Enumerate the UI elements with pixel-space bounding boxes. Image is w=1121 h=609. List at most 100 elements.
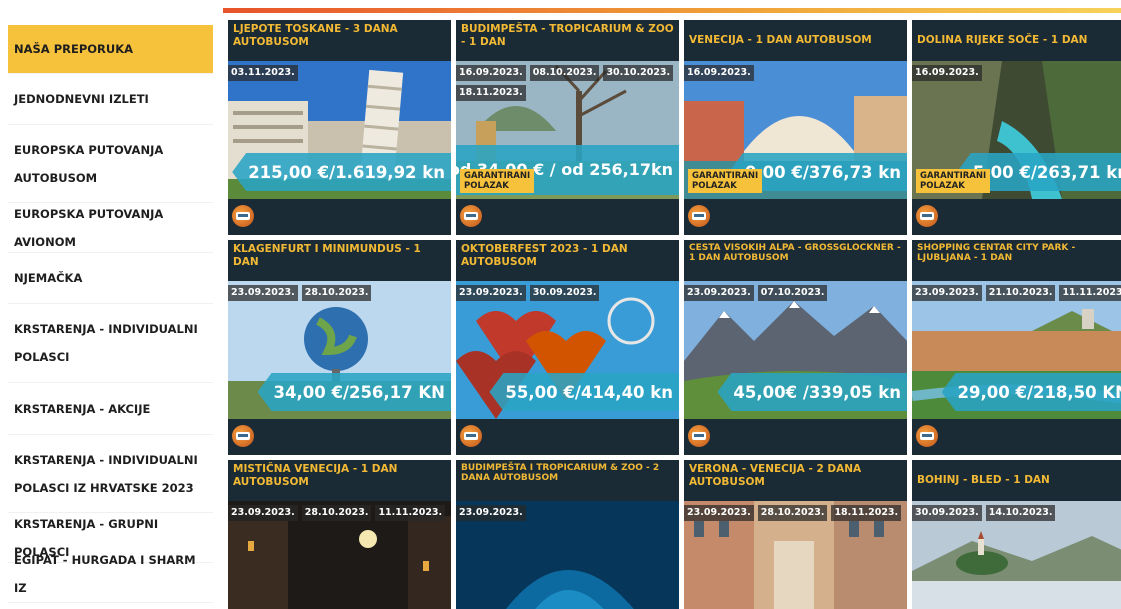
offer-image: 03.11.2023. 215,00 €/1.619,92 kn bbox=[228, 61, 451, 199]
price-tag: 45,00€ /339,05 kn bbox=[717, 373, 907, 411]
offer-card[interactable]: OKTOBERFEST 2023 - 1 DAN AUTOBUSOM 23.09… bbox=[456, 240, 679, 455]
sidebar-item-krstarenja-hrvatska[interactable]: KRSTARENJA - INDIVIDUALNI POLASCI IZ HRVA… bbox=[8, 435, 213, 513]
offer-title: KLAGENFURT I MINIMUNDUS - 1 DAN bbox=[233, 243, 421, 269]
date-tag: 23.09.2023. bbox=[456, 285, 526, 301]
offer-title: VERONA - VENECIJA - 2 DANA AUTOBUSOM bbox=[689, 463, 862, 489]
offer-card[interactable]: BUDIMPEŠTA - TROPICARIUM & ZOO - 1 DAN 1… bbox=[456, 20, 679, 235]
bus-icon bbox=[232, 205, 254, 227]
bus-icon bbox=[232, 425, 254, 447]
bus-icon bbox=[688, 425, 710, 447]
offer-image: 23.09.2023. 28.10.2023. 18.11.2023. bbox=[684, 501, 907, 609]
date-tag: 18.11.2023. bbox=[831, 505, 902, 521]
top-accent-bar bbox=[223, 8, 1121, 13]
date-list: 23.09.2023. 28.10.2023. 18.11.2023. bbox=[684, 505, 905, 521]
card-footer bbox=[684, 419, 907, 455]
price-tag: 29,00 €/218,50 KN bbox=[941, 373, 1121, 411]
offer-image: 23.09.2023. 28.10.2023. 11.11.2023. bbox=[228, 501, 451, 609]
sidebar-item-label: EUROPSKA PUTOVANJA AUTOBUSOM bbox=[14, 142, 164, 185]
date-list: 03.11.2023. bbox=[228, 65, 302, 81]
card-footer bbox=[684, 199, 907, 235]
date-list: 23.09.2023. 30.09.2023. bbox=[456, 285, 603, 301]
date-list: 23.09.2023. bbox=[456, 505, 530, 521]
price-tag: 215,00 €/1.619,92 kn bbox=[232, 153, 451, 191]
offer-card[interactable]: VENECIJA - 1 DAN AUTOBUSOM 16.09.2023. 0… bbox=[684, 20, 907, 235]
sidebar-item-label: KRSTARENJA - AKCIJE bbox=[14, 401, 151, 416]
bus-icon bbox=[688, 205, 710, 227]
sidebar-item-label: EUROPSKA PUTOVANJA AVIONOM bbox=[14, 206, 164, 249]
bus-icon bbox=[460, 425, 482, 447]
sidebar-item-label: KRSTARENJA - INDIVIDUALNI POLASCI bbox=[14, 322, 198, 364]
sidebar-item-jednodnevni-izleti[interactable]: JEDNODNEVNI IZLETI bbox=[8, 74, 213, 125]
sidebar-item-njemacka[interactable]: NJEMAČKA bbox=[8, 253, 213, 304]
sidebar-item-label: EGIPAT - HURGADA I SHARM IZ bbox=[14, 553, 196, 595]
offer-title: OKTOBERFEST 2023 - 1 DAN AUTOBUSOM bbox=[461, 243, 628, 269]
date-tag: 18.11.2023. bbox=[456, 85, 526, 101]
card-footer bbox=[228, 199, 451, 235]
date-tag: 11.11.2023. bbox=[375, 505, 446, 521]
bus-icon bbox=[460, 205, 482, 227]
offer-card[interactable]: CESTA VISOKIH ALPA - GROSSGLOCKNER - 1 D… bbox=[684, 240, 907, 455]
bus-icon bbox=[916, 205, 938, 227]
date-tag: 14.10.2023. bbox=[985, 505, 1056, 521]
offer-card[interactable]: KLAGENFURT I MINIMUNDUS - 1 DAN 23.09.20… bbox=[228, 240, 451, 455]
date-list: 23.09.2023. 21.10.2023. 11.11.2023. bbox=[912, 285, 1121, 301]
date-tag: 30.09.2023. bbox=[912, 505, 982, 521]
date-tag: 23.09.2023. bbox=[684, 285, 754, 301]
offer-card[interactable]: SHOPPING CENTAR CITY PARK - LJUBLJANA - … bbox=[912, 240, 1121, 455]
card-footer bbox=[228, 419, 451, 455]
category-sidebar: NAŠA PREPORUKA JEDNODNEVNI IZLETI EUROPS… bbox=[8, 25, 213, 603]
offer-title: CESTA VISOKIH ALPA - GROSSGLOCKNER - 1 D… bbox=[689, 243, 901, 264]
sidebar-item-label: NAŠA PREPORUKA bbox=[14, 42, 134, 56]
date-list: 16.09.2023. 08.10.2023. 30.10.2023. 18.1… bbox=[456, 65, 679, 101]
price-tag: 34,00 €/256,17 KN bbox=[257, 373, 451, 411]
offer-card[interactable]: DOLINA RIJEKE SOČE - 1 DAN 16.09.2023. 5… bbox=[912, 20, 1121, 235]
card-footer bbox=[912, 199, 1121, 235]
offer-image: 30.09.2023. 14.10.2023. bbox=[912, 501, 1121, 609]
offer-image: 16.09.2023. 08.10.2023. 30.10.2023. 18.1… bbox=[456, 61, 679, 199]
date-tag: 08.10.2023. bbox=[529, 65, 600, 81]
offer-image: 23.09.2023. 30.09.2023. 55,00 €/414,40 k… bbox=[456, 281, 679, 419]
offer-title: BUDIMPEŠTA I TROPICARIUM & ZOO - 2 DANA … bbox=[461, 463, 660, 484]
offer-card[interactable]: MISTIČNA VENECIJA - 1 DAN AUTOBUSOM 23.0… bbox=[228, 460, 451, 609]
sidebar-item-europska-putovanja-avionom[interactable]: EUROPSKA PUTOVANJA AVIONOM bbox=[8, 203, 213, 253]
offer-title: LJEPOTE TOSKANE - 3 DANA AUTOBUSOM bbox=[233, 23, 398, 49]
offer-title: MISTIČNA VENECIJA - 1 DAN AUTOBUSOM bbox=[233, 463, 398, 489]
offer-image: 23.09.2023. 07.10.2023. 45,00€ /339,05 k… bbox=[684, 281, 907, 419]
date-list: 30.09.2023. 14.10.2023. bbox=[912, 505, 1059, 521]
offer-title: SHOPPING CENTAR CITY PARK - LJUBLJANA - … bbox=[917, 243, 1076, 264]
date-list: 16.09.2023. bbox=[912, 65, 986, 81]
offer-card[interactable]: LJEPOTE TOSKANE - 3 DANA AUTOBUSOM 03.11… bbox=[228, 20, 451, 235]
bus-icon bbox=[916, 425, 938, 447]
sidebar-item-krstarenja-akcije[interactable]: KRSTARENJA - AKCIJE bbox=[8, 383, 213, 435]
sidebar-item-nasa-preporuka[interactable]: NAŠA PREPORUKA bbox=[8, 25, 213, 74]
date-tag: 30.10.2023. bbox=[603, 65, 674, 81]
date-tag: 23.09.2023. bbox=[684, 505, 754, 521]
date-tag: 28.10.2023. bbox=[301, 285, 372, 301]
offer-card[interactable]: BOHINJ - BLED - 1 DAN 30.09.2023. 14.10.… bbox=[912, 460, 1121, 609]
guaranteed-departure-badge: GARANTIRANI POLAZAK bbox=[688, 169, 763, 193]
card-footer bbox=[912, 419, 1121, 455]
date-tag: 16.09.2023. bbox=[912, 65, 982, 81]
sidebar-item-label: KRSTARENJA - INDIVIDUALNI POLASCI IZ HRVA… bbox=[14, 452, 198, 495]
date-tag: 07.10.2023. bbox=[757, 285, 828, 301]
offer-card[interactable]: VERONA - VENECIJA - 2 DANA AUTOBUSOM 23.… bbox=[684, 460, 907, 609]
offer-card[interactable]: BUDIMPEŠTA I TROPICARIUM & ZOO - 2 DANA … bbox=[456, 460, 679, 609]
date-tag: 03.11.2023. bbox=[228, 65, 298, 81]
offer-image: 23.09.2023. 28.10.2023. 34,00 €/256,17 K… bbox=[228, 281, 451, 419]
sidebar-item-egipat[interactable]: EGIPAT - HURGADA I SHARM IZ bbox=[8, 553, 213, 603]
sidebar-item-label: JEDNODNEVNI IZLETI bbox=[14, 92, 149, 106]
sidebar-item-europska-putovanja-autobusom[interactable]: EUROPSKA PUTOVANJA AUTOBUSOM bbox=[8, 125, 213, 203]
card-footer bbox=[456, 199, 679, 235]
offer-image: 23.09.2023. bbox=[456, 501, 679, 609]
date-tag: 21.10.2023. bbox=[985, 285, 1056, 301]
sidebar-item-krstarenja-individualni[interactable]: KRSTARENJA - INDIVIDUALNI POLASCI bbox=[8, 304, 213, 383]
date-tag: 23.09.2023. bbox=[912, 285, 982, 301]
date-tag: 16.09.2023. bbox=[684, 65, 754, 81]
offer-title: BOHINJ - BLED - 1 DAN bbox=[917, 473, 1050, 486]
date-tag: 30.09.2023. bbox=[529, 285, 600, 301]
date-tag: 23.09.2023. bbox=[228, 285, 298, 301]
card-footer bbox=[456, 419, 679, 455]
guaranteed-departure-badge: GARANTIRANI POLAZAK bbox=[460, 169, 535, 193]
date-tag: 28.10.2023. bbox=[301, 505, 372, 521]
date-tag: 23.09.2023. bbox=[456, 505, 526, 521]
